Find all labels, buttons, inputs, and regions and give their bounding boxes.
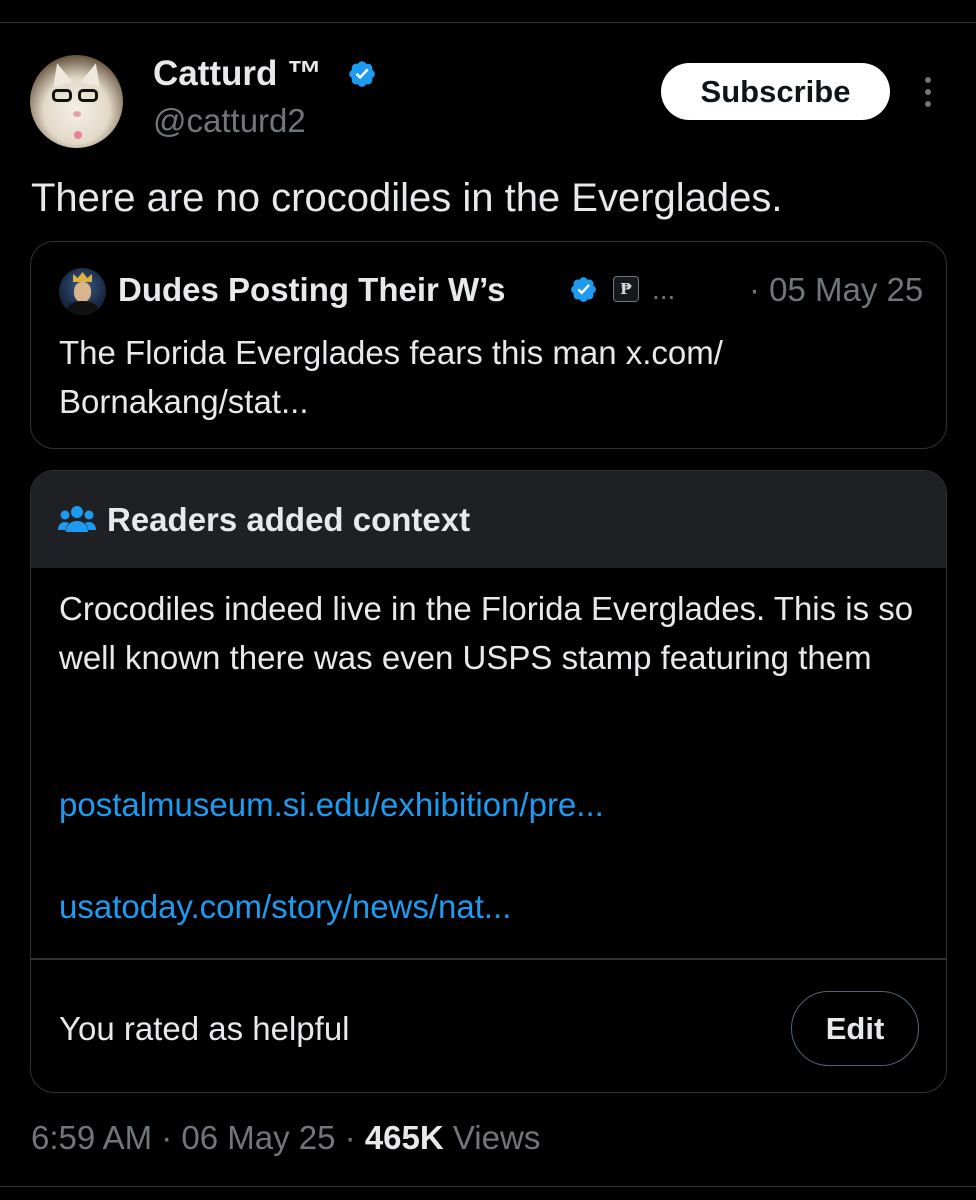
quoted-author-name: Dudes Posting Their W’s xyxy=(118,271,506,308)
more-options-icon[interactable] xyxy=(920,75,936,109)
author-display-name[interactable]: Catturd ™ xyxy=(153,52,322,96)
tweet-date[interactable]: 06 May 25 xyxy=(181,1119,335,1156)
quoted-author-avatar xyxy=(59,268,106,315)
community-note-text: Crocodiles indeed live in the Florida Ev… xyxy=(59,590,914,676)
quoted-tweet-text: The Florida Everglades fears this man x.… xyxy=(59,334,723,420)
note-link-usatoday[interactable]: usatoday.com/story/news/nat... xyxy=(59,886,511,928)
note-link-postalmuseum[interactable]: postalmuseum.si.edu/exhibition/pre... xyxy=(59,784,604,826)
views-count: 465K xyxy=(364,1119,444,1156)
quoted-name-ellipsis: ... xyxy=(652,274,676,305)
edit-rating-button[interactable]: Edit xyxy=(791,991,919,1066)
rating-status-text: You rated as helpful xyxy=(59,1010,350,1047)
community-note-divider xyxy=(31,958,946,960)
author-avatar[interactable] xyxy=(30,55,123,148)
people-icon xyxy=(58,506,96,532)
metadata-separator: · xyxy=(335,1119,365,1156)
subscribe-button[interactable]: Subscribe xyxy=(661,63,890,120)
author-handle[interactable]: @catturd2 xyxy=(153,101,306,141)
tweet-time[interactable]: 6:59 AM xyxy=(31,1119,152,1156)
bottom-divider xyxy=(0,1186,976,1187)
tweet-metadata: 6:59 AM · 06 May 25 · 465K Views xyxy=(31,1116,540,1160)
top-divider xyxy=(0,22,976,23)
metadata-separator: · xyxy=(152,1119,182,1156)
community-note-header[interactable]: Readers added context xyxy=(31,471,946,568)
quoted-tweet-card[interactable]: Dudes Posting Their W’s ₱ ... · 05 May 2… xyxy=(30,241,947,449)
verified-badge-icon xyxy=(571,277,596,302)
quoted-tweet-date: · 05 May 25 xyxy=(749,271,924,308)
views-label: Views xyxy=(443,1119,541,1156)
tweet-text: There are no crocodiles in the Everglade… xyxy=(31,176,783,220)
verified-badge-icon xyxy=(349,61,375,87)
affiliate-badge-icon: ₱ xyxy=(613,276,639,302)
community-note-title: Readers added context xyxy=(107,501,471,538)
community-note-card: Readers added context Crocodiles indeed … xyxy=(30,470,947,1093)
